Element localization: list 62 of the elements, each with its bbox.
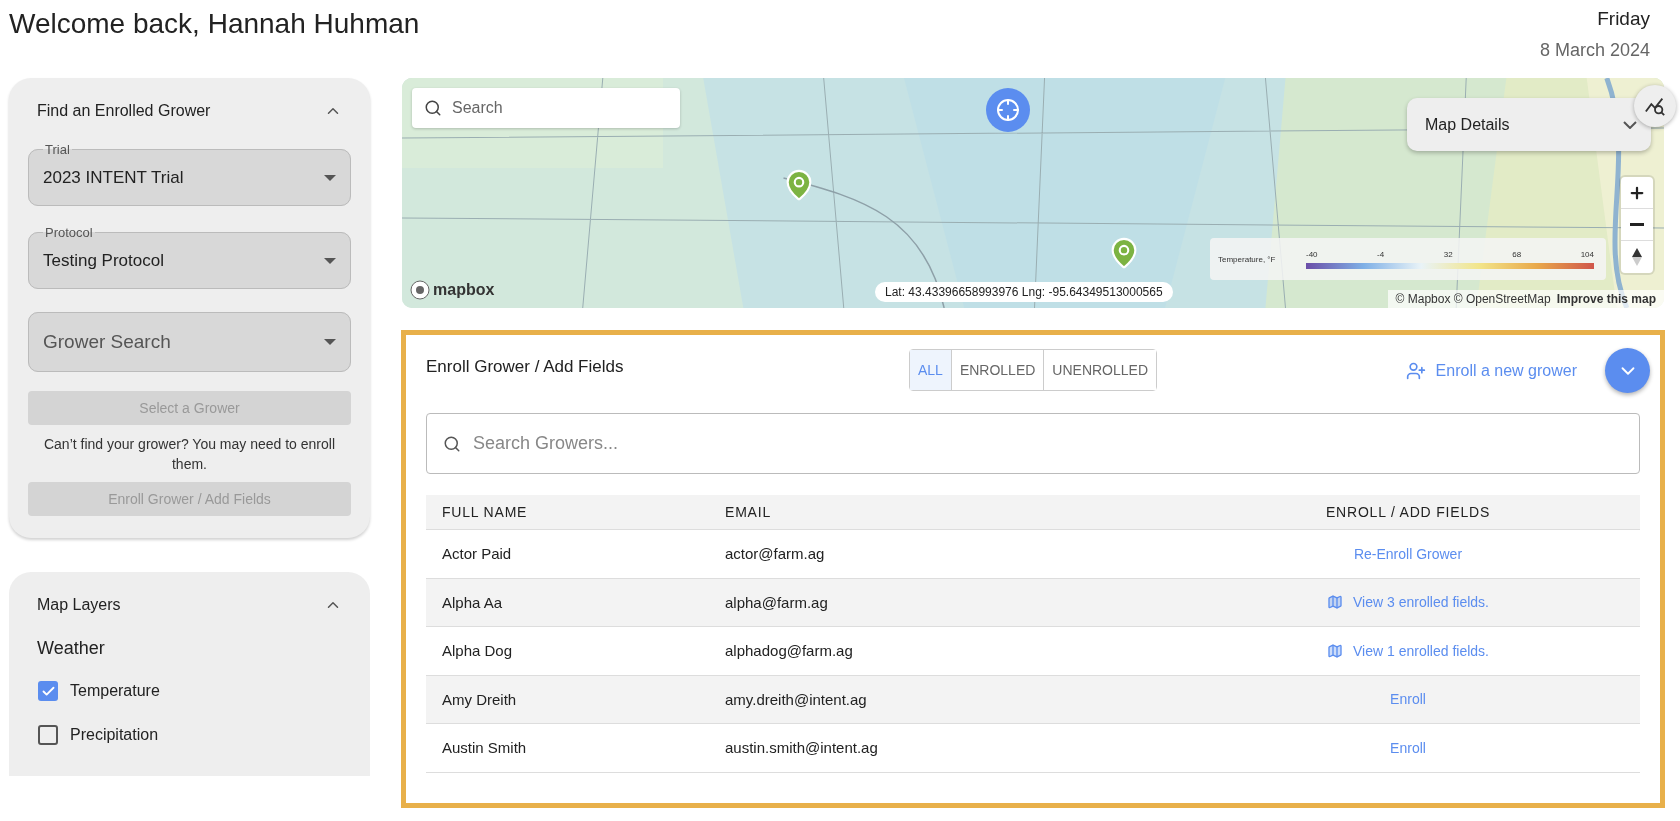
hint-text: Can’t find your grower? You may need to enroll them. (42, 435, 337, 474)
search-icon (424, 99, 442, 117)
panel-title: Map Layers (37, 596, 121, 614)
compass-icon (1632, 248, 1642, 266)
legend-tick: 68 (1512, 249, 1522, 259)
map-icon (1327, 642, 1344, 659)
enroll-new-grower-button[interactable]: Enroll a new grower (1399, 359, 1583, 382)
layer-label: Temperature (70, 682, 160, 700)
email-cell-text: alphadog@farm.ag (725, 642, 854, 660)
name-cell-text: Alpha Aa (442, 593, 504, 611)
search-icon (443, 434, 461, 453)
coordinates-label: Lat: 43.43396658993976 Lng: -95.64349513000565 (875, 282, 1173, 302)
map-icon (1327, 594, 1344, 611)
select-field[interactable]: Trial 2023 INTENT Trial (28, 142, 351, 206)
select-field[interactable]: Grower Search (28, 312, 351, 372)
select-field[interactable]: Protocol Testing Protocol (28, 225, 351, 289)
chevron-down-icon (1623, 120, 1637, 129)
legend-title: Temperature, °F (1218, 254, 1277, 264)
user-plus-icon (1405, 360, 1426, 381)
crosshair-icon (996, 98, 1020, 122)
email-cell-text: actor@farm.ag (725, 545, 826, 563)
view-fields-link[interactable]: View 1 enrolled fields. (1327, 642, 1489, 659)
email-cell-text: austin.smith@intent.ag (725, 739, 879, 757)
date: 8 March 2024 (1539, 40, 1650, 61)
legend-tick: 104 (1580, 249, 1594, 259)
map-search-field[interactable]: Search (412, 88, 680, 128)
name-cell-text: Amy Dreith (442, 690, 518, 708)
chart-search-icon (1644, 95, 1666, 117)
column-header: ENROLL / ADD FIELDS (1325, 504, 1491, 520)
legend-tick: -40 (1306, 249, 1318, 259)
welcome-heading: Welcome back, Hannah Huhman (9, 8, 420, 41)
group-heading: Weather (36, 638, 106, 659)
checkbox[interactable] (38, 725, 58, 745)
filter-tab[interactable]: ALL (909, 350, 951, 390)
weekday: Friday (1597, 8, 1650, 30)
expand-button[interactable] (1605, 348, 1650, 393)
filter-tab[interactable]: UNENROLLED (1043, 350, 1157, 390)
name-cell-text: Austin Smith (442, 739, 528, 757)
mapbox-logo-icon (410, 280, 430, 300)
legend-tick: 32 (1443, 249, 1453, 259)
improve-map-link[interactable]: Improve this map (1556, 292, 1656, 306)
email-cell-text: amy.dreith@intent.ag (725, 690, 868, 708)
map-details-dropdown[interactable]: Map Details (1407, 98, 1651, 151)
mapbox-logo: mapbox (433, 281, 495, 299)
chart-search-button[interactable] (1634, 85, 1676, 127)
attribution-text: © Mapbox © OpenStreetMap (1395, 292, 1551, 306)
re-enroll-link[interactable]: Re-Enroll Grower (1353, 545, 1463, 562)
checkbox[interactable] (38, 681, 58, 701)
layer-label: Precipitation (70, 726, 159, 744)
name-cell-text: Actor Paid (442, 545, 513, 563)
email-cell-text: alpha@farm.ag (725, 593, 829, 611)
column-header: EMAIL (725, 504, 772, 520)
view-fields-link[interactable]: View 3 enrolled fields. (1327, 594, 1489, 611)
enroll-title: Enroll Grower / Add Fields (426, 356, 625, 377)
minus-icon (1630, 223, 1644, 226)
name-cell-text: Alpha Dog (442, 642, 514, 660)
enroll-link[interactable]: Enroll (1390, 739, 1426, 756)
legend-tick: -4 (1377, 249, 1385, 259)
column-header: FULL NAME (442, 504, 529, 520)
enroll-link[interactable]: Enroll (1390, 691, 1426, 708)
panel-title: Find an Enrolled Grower (37, 102, 211, 120)
grower-search-field[interactable]: Search Growers... (426, 413, 1640, 474)
